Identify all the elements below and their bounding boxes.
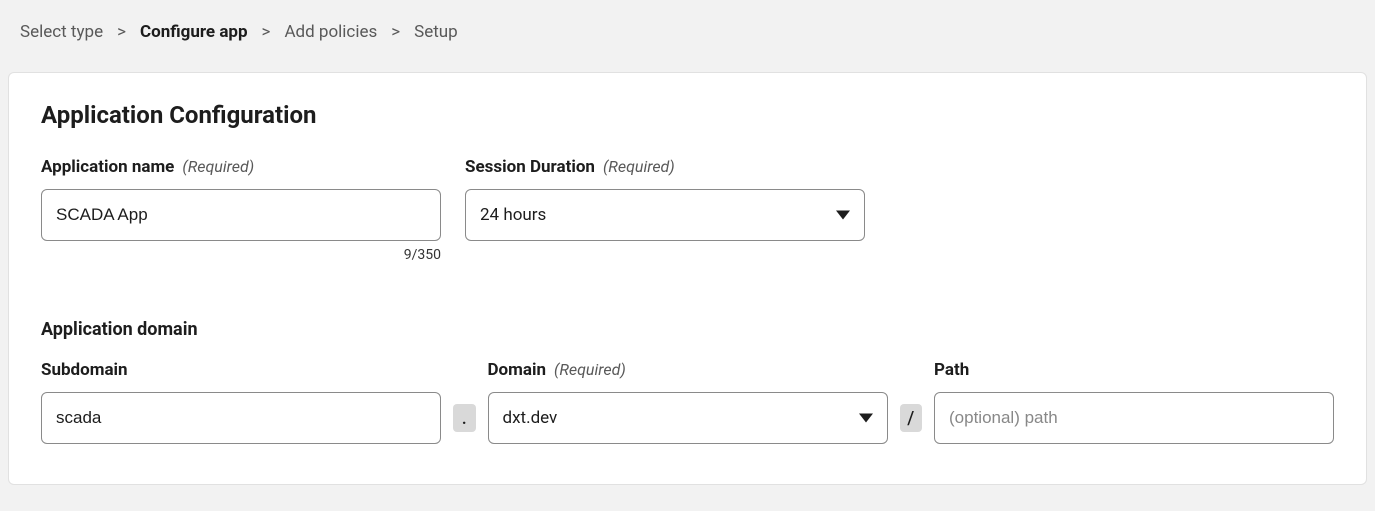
card-title: Application Configuration [41, 101, 1334, 129]
path-label-text: Path [934, 360, 969, 380]
domain-value: dxt.dev [503, 408, 558, 428]
subdomain-label: Subdomain [41, 360, 441, 380]
session-duration-select[interactable]: 24 hours [465, 189, 865, 241]
breadcrumb-item-select-type[interactable]: Select type [20, 22, 103, 42]
domain-label-text: Domain [488, 360, 547, 380]
path-field: Path [934, 360, 1334, 444]
breadcrumb-separator: > [117, 22, 126, 42]
domain-field: Domain (Required) dxt.dev [488, 360, 888, 444]
path-input[interactable] [934, 392, 1334, 444]
application-domain-section-label: Application domain [41, 319, 1334, 340]
breadcrumb-item-configure-app[interactable]: Configure app [140, 22, 248, 42]
session-duration-field: Session Duration (Required) 24 hours [465, 157, 865, 263]
breadcrumb-item-setup[interactable]: Setup [414, 22, 458, 42]
required-hint: (Required) [554, 360, 626, 379]
path-label: Path [934, 360, 1334, 380]
session-duration-label: Session Duration (Required) [465, 157, 865, 177]
breadcrumb-item-add-policies[interactable]: Add policies [284, 22, 377, 42]
chevron-down-icon [859, 414, 873, 423]
application-name-input[interactable] [41, 189, 441, 241]
chevron-down-icon [836, 211, 850, 220]
subdomain-input[interactable] [41, 392, 441, 444]
application-name-char-count: 9/350 [41, 247, 441, 263]
application-name-label: Application name (Required) [41, 157, 441, 177]
required-hint: (Required) [603, 157, 675, 176]
dot-joiner: . [453, 404, 476, 432]
subdomain-label-text: Subdomain [41, 360, 128, 380]
slash-joiner: / [900, 404, 923, 432]
breadcrumb-separator: > [391, 22, 400, 42]
breadcrumb-separator: > [262, 22, 271, 42]
domain-label: Domain (Required) [488, 360, 888, 380]
application-configuration-card: Application Configuration Application na… [8, 72, 1367, 485]
breadcrumb: Select type > Configure app > Add polici… [0, 0, 1375, 72]
application-name-label-text: Application name [41, 157, 174, 177]
subdomain-field: Subdomain [41, 360, 441, 444]
application-name-field: Application name (Required) 9/350 [41, 157, 441, 263]
required-hint: (Required) [182, 157, 254, 176]
session-duration-value: 24 hours [480, 205, 546, 225]
session-duration-label-text: Session Duration [465, 157, 595, 177]
domain-select[interactable]: dxt.dev [488, 392, 888, 444]
